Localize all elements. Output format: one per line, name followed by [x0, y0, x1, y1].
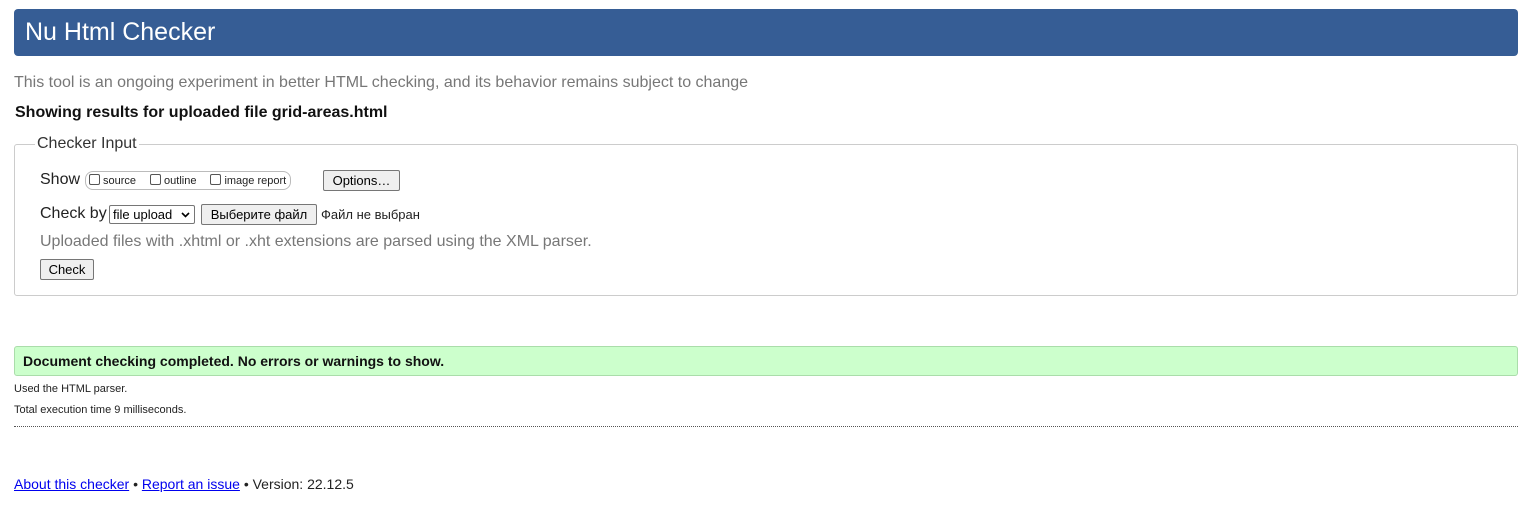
report-issue-link[interactable]: Report an issue: [142, 476, 240, 492]
intro-text: This tool is an ongoing experiment in be…: [14, 74, 749, 91]
check-by-label: Check by: [40, 205, 107, 222]
execution-time: Total execution time 9 milliseconds.: [14, 404, 187, 416]
checker-input-fieldset: Checker Input Show source outline image …: [14, 135, 1518, 296]
check-button[interactable]: Check: [40, 259, 94, 280]
source-checkbox-label: source: [103, 174, 137, 187]
image-report-checkbox-label: image report: [224, 174, 287, 187]
outline-checkbox[interactable]: [150, 174, 162, 185]
app-title: Nu Html Checker: [25, 18, 216, 46]
page-header: Nu Html Checker: [14, 9, 1518, 56]
success-message-box: Document checking completed. No errors o…: [14, 346, 1518, 376]
checker-input-legend: Checker Input: [35, 135, 139, 153]
version-text: Version: 22.12.5: [252, 476, 354, 492]
source-checkbox[interactable]: [89, 174, 100, 185]
about-checker-link[interactable]: About this checker: [14, 476, 129, 492]
choose-file-button[interactable]: Выберите файл: [201, 204, 317, 225]
footer-separator: •: [243, 476, 249, 492]
show-options-group: source outline image report: [85, 171, 292, 190]
outline-checkbox-label: outline: [164, 174, 197, 187]
xml-parser-hint: Uploaded files with .xhtml or .xht exten…: [40, 233, 592, 250]
parser-note: Used the HTML parser.: [14, 383, 128, 395]
check-by-select[interactable]: file upload: [109, 205, 195, 224]
show-image-report-option[interactable]: image report: [210, 174, 287, 187]
footer-separator: •: [133, 476, 138, 492]
results-heading: Showing results for uploaded file grid-a…: [15, 104, 388, 121]
show-source-option[interactable]: source: [89, 174, 137, 187]
image-report-checkbox[interactable]: [210, 174, 222, 185]
divider: [14, 426, 1518, 427]
show-outline-option[interactable]: outline: [150, 174, 197, 187]
show-label: Show: [40, 171, 81, 188]
success-message: Document checking completed. No errors o…: [23, 353, 445, 369]
file-status: Файл не выбран: [321, 207, 420, 222]
chevron-down-icon: [181, 212, 190, 218]
footer: About this checker • Report an issue • V…: [14, 476, 354, 492]
check-by-selected-value: file upload: [113, 207, 173, 222]
options-button[interactable]: Options…: [323, 170, 400, 191]
